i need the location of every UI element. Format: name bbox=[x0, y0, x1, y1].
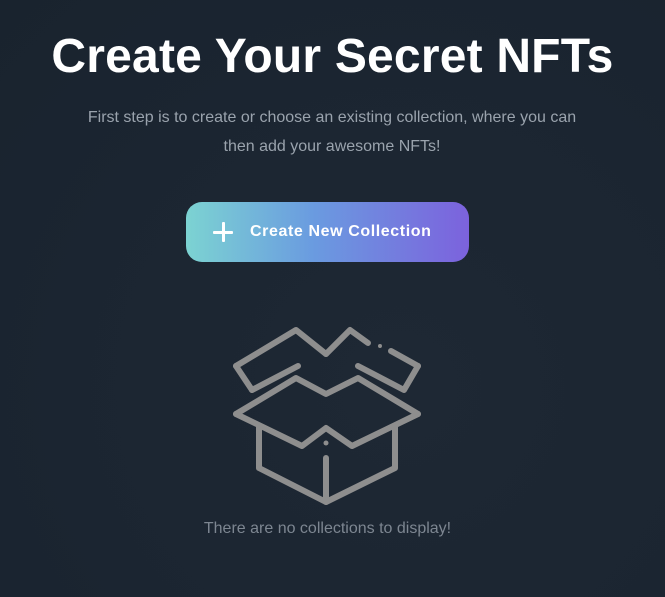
create-new-collection-button[interactable]: Create New Collection bbox=[186, 202, 469, 262]
plus-icon bbox=[212, 221, 234, 243]
page-subtitle: First step is to create or choose an exi… bbox=[87, 109, 577, 155]
empty-state-message: There are no collections to display! bbox=[203, 520, 452, 537]
page-title: Create Your Secret NFTs bbox=[51, 30, 614, 83]
open-box-icon bbox=[233, 327, 421, 505]
create-new-collection-label: Create New Collection bbox=[250, 223, 432, 240]
page: Create Your Secret NFTs First step is to… bbox=[0, 0, 665, 597]
